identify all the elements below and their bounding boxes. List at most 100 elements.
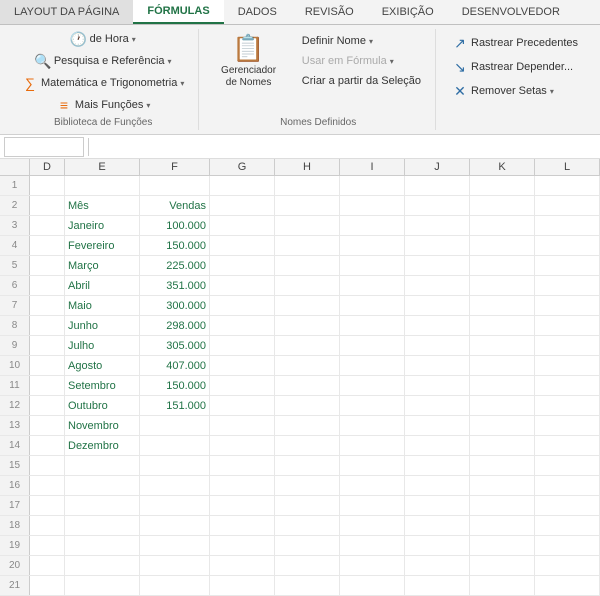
cell[interactable]: 407.000: [140, 356, 210, 375]
cell[interactable]: 150.000: [140, 236, 210, 255]
cell[interactable]: [535, 576, 600, 595]
cell[interactable]: [340, 456, 405, 475]
cell[interactable]: [30, 456, 65, 475]
gerenciador-button[interactable]: 📋 Gerenciadorde Nomes: [209, 29, 287, 92]
cell[interactable]: [535, 416, 600, 435]
cell[interactable]: [30, 236, 65, 255]
cell[interactable]: [65, 536, 140, 555]
cell[interactable]: [30, 556, 65, 575]
cell[interactable]: [405, 456, 470, 475]
cell[interactable]: [470, 176, 535, 195]
tab-formulas[interactable]: FÓRMULAS: [133, 0, 223, 24]
cell[interactable]: 351.000: [140, 276, 210, 295]
cell[interactable]: [405, 416, 470, 435]
cell[interactable]: [140, 496, 210, 515]
cell[interactable]: [30, 296, 65, 315]
cell[interactable]: [30, 196, 65, 215]
cell[interactable]: [140, 536, 210, 555]
cell[interactable]: [275, 196, 340, 215]
cell[interactable]: [405, 556, 470, 575]
cell[interactable]: [470, 296, 535, 315]
cell[interactable]: [210, 576, 275, 595]
cell[interactable]: [30, 476, 65, 495]
cell[interactable]: [30, 336, 65, 355]
cell[interactable]: Agosto: [65, 356, 140, 375]
cell[interactable]: [535, 556, 600, 575]
cell[interactable]: [210, 276, 275, 295]
cell[interactable]: Novembro: [65, 416, 140, 435]
cell[interactable]: [65, 576, 140, 595]
formula-input[interactable]: [93, 140, 596, 154]
cell[interactable]: [65, 496, 140, 515]
cell[interactable]: [275, 396, 340, 415]
cell[interactable]: [535, 276, 600, 295]
cell[interactable]: [340, 496, 405, 515]
cell[interactable]: [340, 216, 405, 235]
cell[interactable]: [65, 176, 140, 195]
cell[interactable]: [65, 556, 140, 575]
cell[interactable]: [210, 516, 275, 535]
cell[interactable]: [275, 416, 340, 435]
cell[interactable]: [275, 436, 340, 455]
cell[interactable]: [535, 336, 600, 355]
cell[interactable]: [210, 256, 275, 275]
cell[interactable]: [275, 356, 340, 375]
cell[interactable]: [470, 476, 535, 495]
cell[interactable]: [30, 516, 65, 535]
cell[interactable]: [340, 236, 405, 255]
cell[interactable]: [405, 536, 470, 555]
cell[interactable]: Janeiro: [65, 216, 140, 235]
tab-dados[interactable]: DADOS: [224, 0, 291, 24]
cell[interactable]: [405, 476, 470, 495]
cell[interactable]: [340, 256, 405, 275]
cell[interactable]: [140, 556, 210, 575]
cell[interactable]: [535, 196, 600, 215]
cell[interactable]: [405, 196, 470, 215]
cell[interactable]: [210, 316, 275, 335]
cell[interactable]: Setembro: [65, 376, 140, 395]
cell[interactable]: [535, 296, 600, 315]
cell[interactable]: [340, 296, 405, 315]
cell[interactable]: [470, 576, 535, 595]
tab-layout[interactable]: LAYOUT DA PÁGINA: [0, 0, 133, 24]
cell[interactable]: [140, 456, 210, 475]
criar-selecao-button[interactable]: Criar a partir da Seleção: [296, 73, 427, 89]
cell[interactable]: [470, 436, 535, 455]
cell[interactable]: [30, 496, 65, 515]
cell[interactable]: [405, 376, 470, 395]
cell[interactable]: [340, 336, 405, 355]
cell[interactable]: Maio: [65, 296, 140, 315]
col-header-g[interactable]: G: [210, 159, 275, 175]
cell[interactable]: [140, 436, 210, 455]
col-header-d[interactable]: D: [30, 159, 65, 175]
cell[interactable]: [470, 536, 535, 555]
cell[interactable]: [275, 216, 340, 235]
tab-desenvolvedor[interactable]: DESENVOLVEDOR: [448, 0, 574, 24]
cell[interactable]: [140, 176, 210, 195]
cell[interactable]: [210, 416, 275, 435]
cell[interactable]: [470, 276, 535, 295]
cell[interactable]: [535, 396, 600, 415]
cell[interactable]: [210, 556, 275, 575]
cell[interactable]: [210, 356, 275, 375]
cell[interactable]: [535, 436, 600, 455]
cell[interactable]: [275, 316, 340, 335]
cell[interactable]: 225.000: [140, 256, 210, 275]
cell[interactable]: [405, 356, 470, 375]
cell[interactable]: [30, 176, 65, 195]
cell[interactable]: [275, 276, 340, 295]
cell[interactable]: [470, 416, 535, 435]
cell[interactable]: 100.000: [140, 216, 210, 235]
cell[interactable]: [210, 476, 275, 495]
cell[interactable]: [140, 576, 210, 595]
cell[interactable]: [405, 176, 470, 195]
cell[interactable]: [275, 456, 340, 475]
cell[interactable]: [275, 236, 340, 255]
cell[interactable]: [405, 336, 470, 355]
pesquisa-button[interactable]: 🔍 Pesquisa e Referência ▾: [29, 51, 178, 71]
cell[interactable]: [275, 176, 340, 195]
usar-formula-button[interactable]: Usar em Fórmula ▾: [296, 53, 427, 69]
cell[interactable]: [275, 556, 340, 575]
col-header-j[interactable]: J: [405, 159, 470, 175]
cell[interactable]: [405, 516, 470, 535]
